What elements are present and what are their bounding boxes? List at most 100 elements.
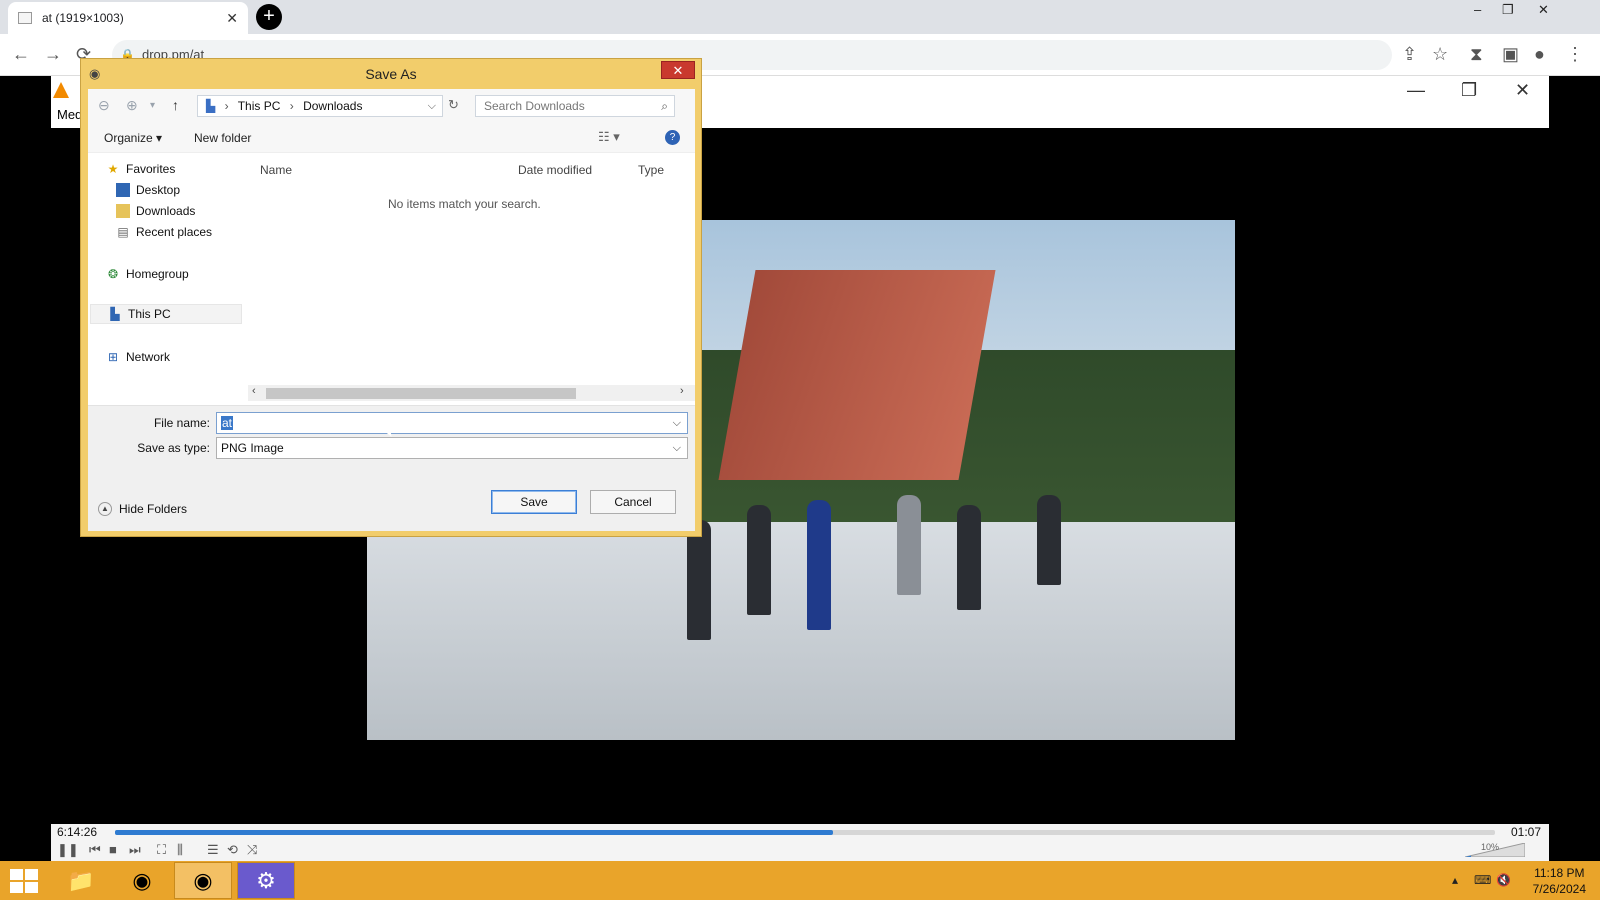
file-name-label: File name:: [153, 416, 210, 430]
vlc-minimize-icon[interactable]: —: [1407, 80, 1425, 101]
shuffle-icon[interactable]: ⤨: [247, 842, 257, 858]
nav-network[interactable]: ⊞ Network: [106, 347, 170, 367]
star-icon: ★: [107, 162, 119, 176]
tray-keyboard-icon[interactable]: ⌨: [1474, 873, 1491, 887]
save-as-type-value: PNG Image: [221, 441, 284, 455]
horizontal-scrollbar[interactable]: ‹ ›: [248, 385, 695, 401]
help-icon[interactable]: ?: [665, 130, 680, 145]
nav-this-pc[interactable]: ▙ This PC: [90, 304, 242, 324]
profile-icon[interactable]: ●: [1534, 44, 1545, 65]
nav-downloads[interactable]: Downloads: [116, 201, 195, 221]
dialog-title: Save As: [365, 66, 417, 82]
tray-overflow-icon[interactable]: ▴: [1452, 873, 1458, 887]
crumb-this-pc[interactable]: This PC: [238, 99, 281, 113]
extensions-icon[interactable]: ⧗: [1470, 44, 1483, 65]
chevron-down-icon[interactable]: ⌵: [673, 413, 681, 433]
tab-title: at (1919×1003): [42, 11, 124, 25]
save-as-type-select[interactable]: PNG Image ⌵: [216, 437, 688, 459]
nav-recent-places[interactable]: ▤ Recent places: [116, 222, 212, 242]
scroll-right-icon[interactable]: ›: [680, 385, 684, 397]
next-icon[interactable]: ⏭: [129, 842, 141, 858]
recent-locations-icon[interactable]: ▾: [150, 100, 155, 111]
vlc-media-menu[interactable]: Med: [57, 107, 82, 122]
file-name-value: at: [221, 416, 234, 430]
seek-slider[interactable]: [115, 830, 1495, 835]
new-tab-button[interactable]: +: [256, 4, 282, 30]
organize-button[interactable]: Organize ▾: [104, 131, 162, 145]
browser-close-icon[interactable]: ✕: [1538, 2, 1549, 18]
column-header-name[interactable]: Name: [260, 163, 292, 177]
save-button[interactable]: Save: [491, 490, 577, 514]
crumb-downloads[interactable]: Downloads: [303, 99, 362, 113]
browser-restore-icon[interactable]: ❐: [1502, 2, 1514, 18]
save-as-dialog: ◉ Save As ✕ ⊖ ⊕ ▾ ↑ ▙ › This PC › Downlo…: [80, 58, 702, 537]
pause-icon[interactable]: ❚❚: [57, 842, 79, 858]
vlc-close-icon[interactable]: ✕: [1515, 80, 1530, 101]
video-plaza: [367, 521, 1235, 740]
homegroup-icon: ❂: [107, 267, 119, 281]
search-downloads-input[interactable]: Search Downloads ⌕: [475, 95, 675, 117]
browser-tab[interactable]: at (1919×1003) ✕: [8, 2, 248, 34]
column-header-type[interactable]: Type: [638, 163, 664, 177]
taskbar-settings-icon[interactable]: ⚙: [237, 862, 295, 899]
dialog-navbar: ⊖ ⊕ ▾ ↑ ▙ › This PC › Downloads ⌵ ↻ Sear…: [88, 89, 695, 123]
elapsed-time: 6:14:26: [57, 825, 98, 839]
vlc-cone-icon: [53, 82, 69, 98]
stop-icon[interactable]: ■: [109, 842, 117, 857]
menu-kebab-icon[interactable]: ⋮: [1566, 44, 1584, 65]
side-panel-icon[interactable]: ▣: [1502, 44, 1519, 65]
video-person: [897, 495, 921, 595]
taskbar-file-explorer-icon[interactable]: 📁: [52, 862, 110, 899]
recent-places-icon: ▤: [117, 225, 129, 239]
network-icon: ⊞: [107, 350, 119, 364]
video-monument: [718, 270, 996, 480]
previous-icon[interactable]: ⏮: [89, 842, 101, 858]
up-folder-icon[interactable]: ↑: [172, 97, 179, 113]
nav-homegroup[interactable]: ❂ Homegroup: [106, 264, 189, 284]
taskbar-chrome-icon[interactable]: ◉: [113, 862, 171, 899]
video-person: [807, 500, 831, 630]
refresh-icon[interactable]: ↻: [448, 97, 459, 113]
taskbar-chrome-active-icon[interactable]: ◉: [174, 862, 232, 899]
windows-taskbar: 📁 ◉ ◉ ⚙ ▴ ⌨ 🔇 11:18 PM 7/26/2024: [0, 861, 1600, 900]
clock-time: 11:18 PM: [1534, 866, 1585, 880]
chevron-up-icon: ▲: [98, 502, 112, 516]
view-options-icon[interactable]: ☷ ▾: [598, 129, 620, 145]
file-name-input[interactable]: at ⌵: [216, 412, 688, 434]
fullscreen-icon[interactable]: ⛶: [157, 842, 166, 858]
command-bar: Organize ▾ New folder ☷ ▾ ?: [88, 123, 695, 153]
column-header-date-modified[interactable]: Date modified: [518, 163, 592, 177]
share-icon[interactable]: ⇪: [1402, 44, 1417, 65]
playlist-icon[interactable]: ☰: [207, 842, 219, 858]
tray-muted-speaker-icon[interactable]: 🔇: [1496, 873, 1511, 887]
back-icon[interactable]: ←: [12, 44, 30, 65]
remaining-time: 01:07: [1511, 825, 1542, 839]
this-pc-icon: ▙: [206, 99, 216, 113]
seek-progress-fill: [115, 830, 833, 835]
start-button[interactable]: [10, 869, 38, 893]
chevron-down-icon[interactable]: ⌵: [428, 96, 436, 116]
dialog-close-button[interactable]: ✕: [661, 61, 695, 79]
hide-folders-toggle[interactable]: ▲ Hide Folders: [98, 502, 187, 516]
bookmark-star-icon[interactable]: ☆: [1432, 44, 1448, 65]
browser-minimize-icon[interactable]: –: [1474, 2, 1481, 17]
forward-icon[interactable]: →: [44, 44, 62, 65]
scroll-left-icon[interactable]: ‹: [252, 385, 256, 397]
dialog-body: ⊖ ⊕ ▾ ↑ ▙ › This PC › Downloads ⌵ ↻ Sear…: [88, 89, 695, 531]
nav-desktop[interactable]: Desktop: [116, 180, 180, 200]
vlc-restore-icon[interactable]: ❐: [1461, 80, 1477, 101]
taskbar-clock[interactable]: 11:18 PM 7/26/2024: [1533, 865, 1586, 897]
loop-icon[interactable]: ⟲: [227, 842, 238, 858]
empty-message: No items match your search.: [388, 197, 541, 211]
nav-favorites[interactable]: ★ Favorites: [106, 159, 176, 179]
new-folder-button[interactable]: New folder: [194, 131, 251, 145]
nav-back-icon[interactable]: ⊖: [98, 97, 110, 114]
scrollbar-thumb[interactable]: [266, 388, 576, 399]
video-person: [687, 520, 711, 640]
chevron-down-icon[interactable]: ⌵: [673, 438, 681, 458]
address-breadcrumb[interactable]: ▙ › This PC › Downloads ⌵: [197, 95, 443, 117]
cancel-button[interactable]: Cancel: [590, 490, 676, 514]
extended-settings-icon[interactable]: ⫼: [177, 842, 183, 858]
nav-forward-icon[interactable]: ⊕: [126, 97, 138, 114]
tab-close-icon[interactable]: ✕: [226, 10, 238, 27]
